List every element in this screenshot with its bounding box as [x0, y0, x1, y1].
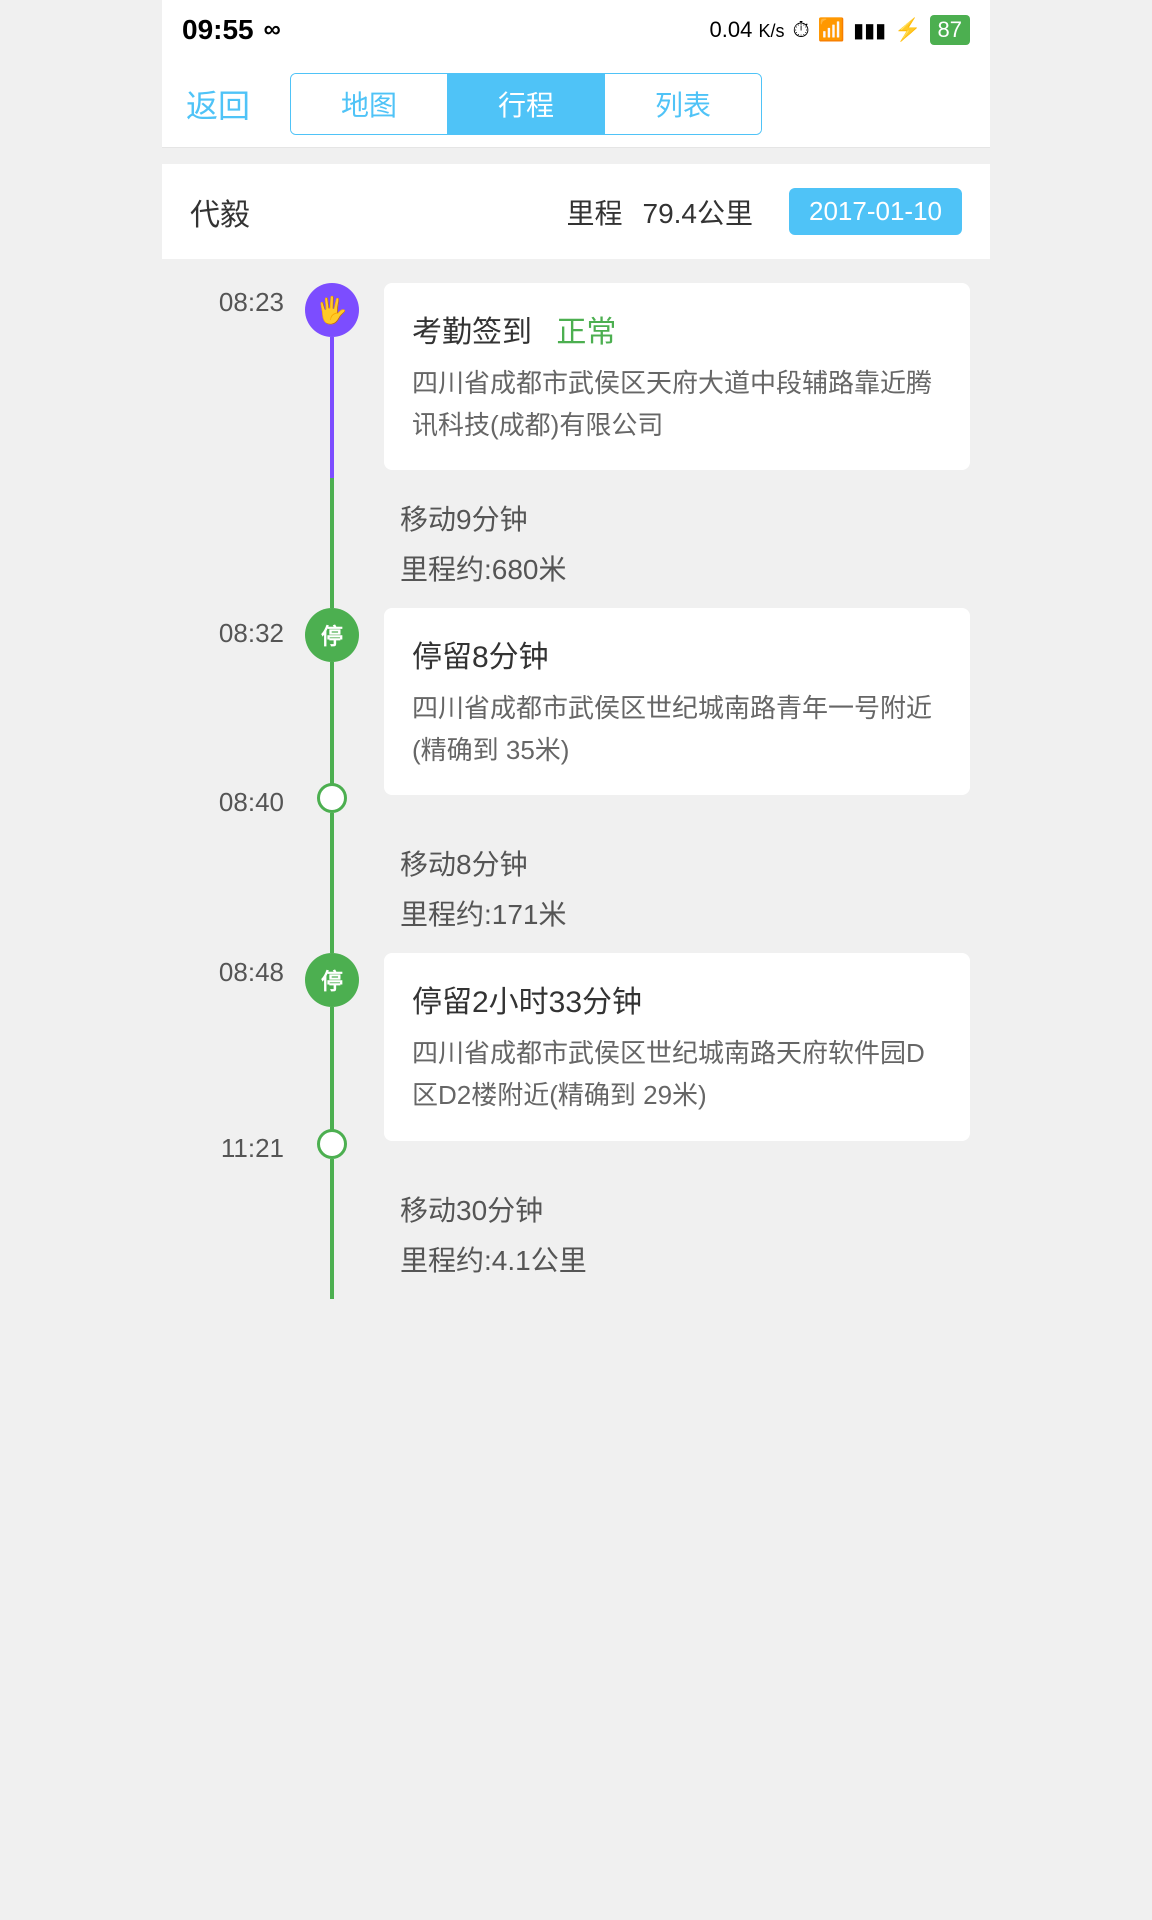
tab-list[interactable]: 列表 — [604, 74, 761, 134]
event-address-2: 四川省成都市武侯区世纪城南路青年一号附近(精确到 35米) — [412, 688, 942, 771]
tab-trip[interactable]: 行程 — [447, 74, 604, 134]
timeline: 08:23 🖐 考勤签到 正常 四川省成都市武侯区天府大道中段辅路靠近腾讯科技(… — [162, 259, 990, 1299]
movement-1: 移动9分钟 里程约:680米 — [372, 478, 990, 608]
time-0823: 08:23 — [219, 283, 292, 318]
charging-icon: ⚡ — [894, 17, 921, 43]
status-time: 09:55 ∞ — [182, 14, 281, 46]
movement-info-1: 移动9分钟 里程约:680米 — [384, 478, 970, 608]
event-title-2: 停留8分钟 — [412, 632, 942, 676]
move-distance-2: 里程约:171米 — [400, 893, 970, 933]
date-badge: 2017-01-10 — [789, 188, 962, 235]
node-fingerprint: 🖐 — [305, 283, 359, 337]
move-duration-1: 移动9分钟 — [400, 498, 970, 538]
timeline-row-movement-3: 移动30分钟 里程约:4.1公里 — [162, 1169, 990, 1299]
line-col-m2 — [292, 823, 372, 953]
line-col-m3 — [292, 1169, 372, 1299]
line-seg-m1 — [330, 478, 334, 608]
node-col-3b — [292, 1129, 372, 1169]
node-col-2: 停 — [292, 608, 372, 803]
content-3: 停留2小时33分钟 四川省成都市武侯区世纪城南路天府软件园D区D2楼附近(精确到… — [372, 953, 990, 1148]
event-title-1: 考勤签到 正常 — [412, 307, 942, 351]
timeline-row-3: 08:48 停 停留2小时33分钟 四川省成都市武侯区世纪城南路天府软件园D区D… — [162, 953, 990, 1148]
time-0832: 08:32 — [219, 614, 292, 649]
timeline-row-2: 08:32 停 停留8分钟 四川省成都市武侯区世纪城南路青年一号附近(精确到 3… — [162, 608, 990, 803]
node-small-3 — [317, 1129, 347, 1159]
node-stop-3: 停 — [305, 953, 359, 1007]
tab-map[interactable]: 地图 — [291, 74, 447, 134]
fingerprint-icon: 🖐 — [316, 295, 348, 326]
status-right-icons: 0.04 K/s ⏱ 📶 ▮▮▮ ⚡ 87 — [710, 15, 970, 45]
line-seg-1a — [330, 337, 334, 478]
time-col-2b: 08:40 — [162, 783, 292, 823]
signal-icon: ▮▮▮ — [853, 18, 886, 43]
status-bar: 09:55 ∞ 0.04 K/s ⏱ 📶 ▮▮▮ ⚡ 87 — [162, 0, 990, 60]
line-seg-3b — [330, 1159, 334, 1169]
node-stop-2: 停 — [305, 608, 359, 662]
movement-info-3: 移动30分钟 里程约:4.1公里 — [384, 1169, 970, 1299]
node-col-1: 🖐 — [292, 283, 372, 478]
line-seg-m2 — [330, 823, 334, 953]
node-small-2 — [317, 783, 347, 813]
time-1121: 11:21 — [221, 1129, 292, 1164]
timeline-row-1: 08:23 🖐 考勤签到 正常 四川省成都市武侯区天府大道中段辅路靠近腾讯科技(… — [162, 259, 990, 478]
time-display: 09:55 — [182, 14, 254, 46]
time-col-1: 08:23 — [162, 283, 292, 478]
speed-display: 0.04 K/s — [710, 17, 785, 43]
stop-icon-3: 停 — [321, 964, 343, 996]
node-col-3: 停 — [292, 953, 372, 1148]
line-seg-2b — [330, 813, 334, 823]
move-duration-3: 移动30分钟 — [400, 1189, 970, 1229]
move-distance-1: 里程约:680米 — [400, 548, 970, 588]
line-col-m1 — [292, 478, 372, 608]
timeline-row-movement-1: 移动9分钟 里程约:680米 — [162, 478, 990, 608]
move-duration-2: 移动8分钟 — [400, 843, 970, 883]
time-0848: 08:48 — [219, 953, 292, 988]
driver-name: 代毅 — [190, 190, 250, 234]
line-seg-3a — [330, 1007, 334, 1148]
event-card-3: 停留2小时33分钟 四川省成都市武侯区世纪城南路天府软件园D区D2楼附近(精确到… — [384, 953, 970, 1140]
event-card-1: 考勤签到 正常 四川省成都市武侯区天府大道中段辅路靠近腾讯科技(成都)有限公司 — [384, 283, 970, 470]
move-distance-3: 里程约:4.1公里 — [400, 1239, 970, 1279]
timeline-row-3b: 11:21 — [162, 1129, 990, 1169]
time-col-2: 08:32 — [162, 608, 292, 803]
wifi-icon: 📶 — [818, 17, 845, 43]
line-seg-2a — [330, 662, 334, 803]
distance-value: 79.4公里 — [643, 192, 754, 232]
status-normal-1: 正常 — [556, 316, 616, 349]
movement-info-2: 移动8分钟 里程约:171米 — [384, 823, 970, 953]
clock-icon: ⏱ — [793, 17, 810, 43]
event-card-2: 停留8分钟 四川省成都市武侯区世纪城南路青年一号附近(精确到 35米) — [384, 608, 970, 795]
content-1: 考勤签到 正常 四川省成都市武侯区天府大道中段辅路靠近腾讯科技(成都)有限公司 — [372, 283, 990, 478]
event-title-3: 停留2小时33分钟 — [412, 977, 942, 1021]
distance-label: 里程 — [566, 192, 622, 232]
event-address-1: 四川省成都市武侯区天府大道中段辅路靠近腾讯科技(成都)有限公司 — [412, 363, 942, 446]
movement-3: 移动30分钟 里程约:4.1公里 — [372, 1169, 990, 1299]
movement-2: 移动8分钟 里程约:171米 — [372, 823, 990, 953]
event-address-3: 四川省成都市武侯区世纪城南路天府软件园D区D2楼附近(精确到 29米) — [412, 1033, 942, 1116]
time-col-3: 08:48 — [162, 953, 292, 1148]
infinity-icon: ∞ — [264, 16, 281, 44]
timeline-row-2b: 08:40 — [162, 783, 990, 823]
timeline-row-movement-2: 移动8分钟 里程约:171米 — [162, 823, 990, 953]
battery-display: 87 — [930, 15, 970, 45]
info-row: 代毅 里程 79.4公里 2017-01-10 — [162, 164, 990, 259]
nav-tabs: 地图 行程 列表 — [290, 73, 762, 135]
back-button[interactable]: 返回 — [186, 81, 250, 127]
line-seg-m3 — [330, 1169, 334, 1299]
content-2: 停留8分钟 四川省成都市武侯区世纪城南路青年一号附近(精确到 35米) — [372, 608, 990, 803]
stop-icon-2: 停 — [321, 619, 343, 651]
node-col-2b — [292, 783, 372, 823]
time-0840: 08:40 — [219, 783, 292, 818]
nav-bar: 返回 地图 行程 列表 — [162, 60, 990, 148]
time-col-3b: 11:21 — [162, 1129, 292, 1169]
